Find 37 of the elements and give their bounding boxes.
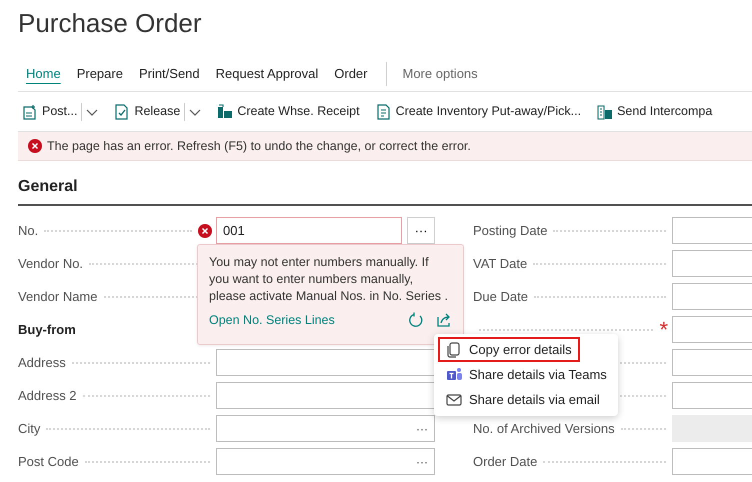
tab[interactable]: Request Approval bbox=[208, 61, 326, 87]
field-label: Vendor No. bbox=[18, 254, 84, 273]
field-label: City bbox=[18, 420, 40, 438]
field-label: No. of Archived Versions bbox=[473, 420, 615, 438]
menu-item[interactable]: Share details via Teams bbox=[438, 362, 615, 387]
field-label: Vendor Name bbox=[18, 288, 98, 306]
input-field[interactable]: ··· bbox=[216, 415, 435, 442]
field-label: Post Code bbox=[18, 452, 79, 471]
tab[interactable]: Order bbox=[326, 61, 376, 87]
field-label: Address bbox=[18, 354, 66, 372]
group-heading: Buy-from bbox=[18, 320, 76, 339]
tab[interactable]: Print/Send bbox=[130, 61, 208, 87]
field-label: Due Date bbox=[473, 288, 528, 306]
tab[interactable]: Prepare bbox=[68, 61, 131, 87]
page-title: Purchase Order bbox=[18, 7, 203, 40]
action-button[interactable]: Send Intercompa bbox=[593, 102, 716, 121]
required-mark: * bbox=[659, 318, 668, 340]
action-button[interactable]: Create Inventory Put-away/Pick... bbox=[372, 102, 586, 121]
open-series-link[interactable]: Open No. Series Lines bbox=[209, 311, 335, 330]
field-label: VAT Date bbox=[473, 254, 528, 273]
section-title: General bbox=[18, 177, 78, 197]
action-button[interactable]: Create Whse. Receipt bbox=[213, 102, 364, 121]
tab[interactable]: Home bbox=[18, 61, 69, 87]
field-label: Order Date bbox=[473, 452, 538, 471]
menu-item[interactable]: Share details via email bbox=[438, 387, 608, 412]
error-message: The page has an error. Refresh (F5) to undo the change, or correct the error. bbox=[47, 138, 471, 155]
input-field[interactable]: 001 bbox=[216, 217, 402, 244]
field-label: Address 2 bbox=[18, 386, 77, 405]
field-label: No. bbox=[18, 222, 38, 240]
more-options-link[interactable]: More options bbox=[396, 63, 484, 85]
action-button[interactable]: Post... bbox=[18, 102, 82, 121]
action-button[interactable]: Release bbox=[110, 102, 184, 121]
field-label: Posting Date bbox=[473, 222, 548, 240]
menu-item[interactable]: Copy error details bbox=[438, 337, 580, 362]
input-field[interactable]: ··· bbox=[216, 448, 435, 475]
error-details-text: You may not enter numbers manually. If you want to enter numbers manually, please activate Manual Nos. in No. Series . bbox=[209, 254, 450, 305]
lookup-button[interactable]: ··· bbox=[407, 217, 435, 244]
